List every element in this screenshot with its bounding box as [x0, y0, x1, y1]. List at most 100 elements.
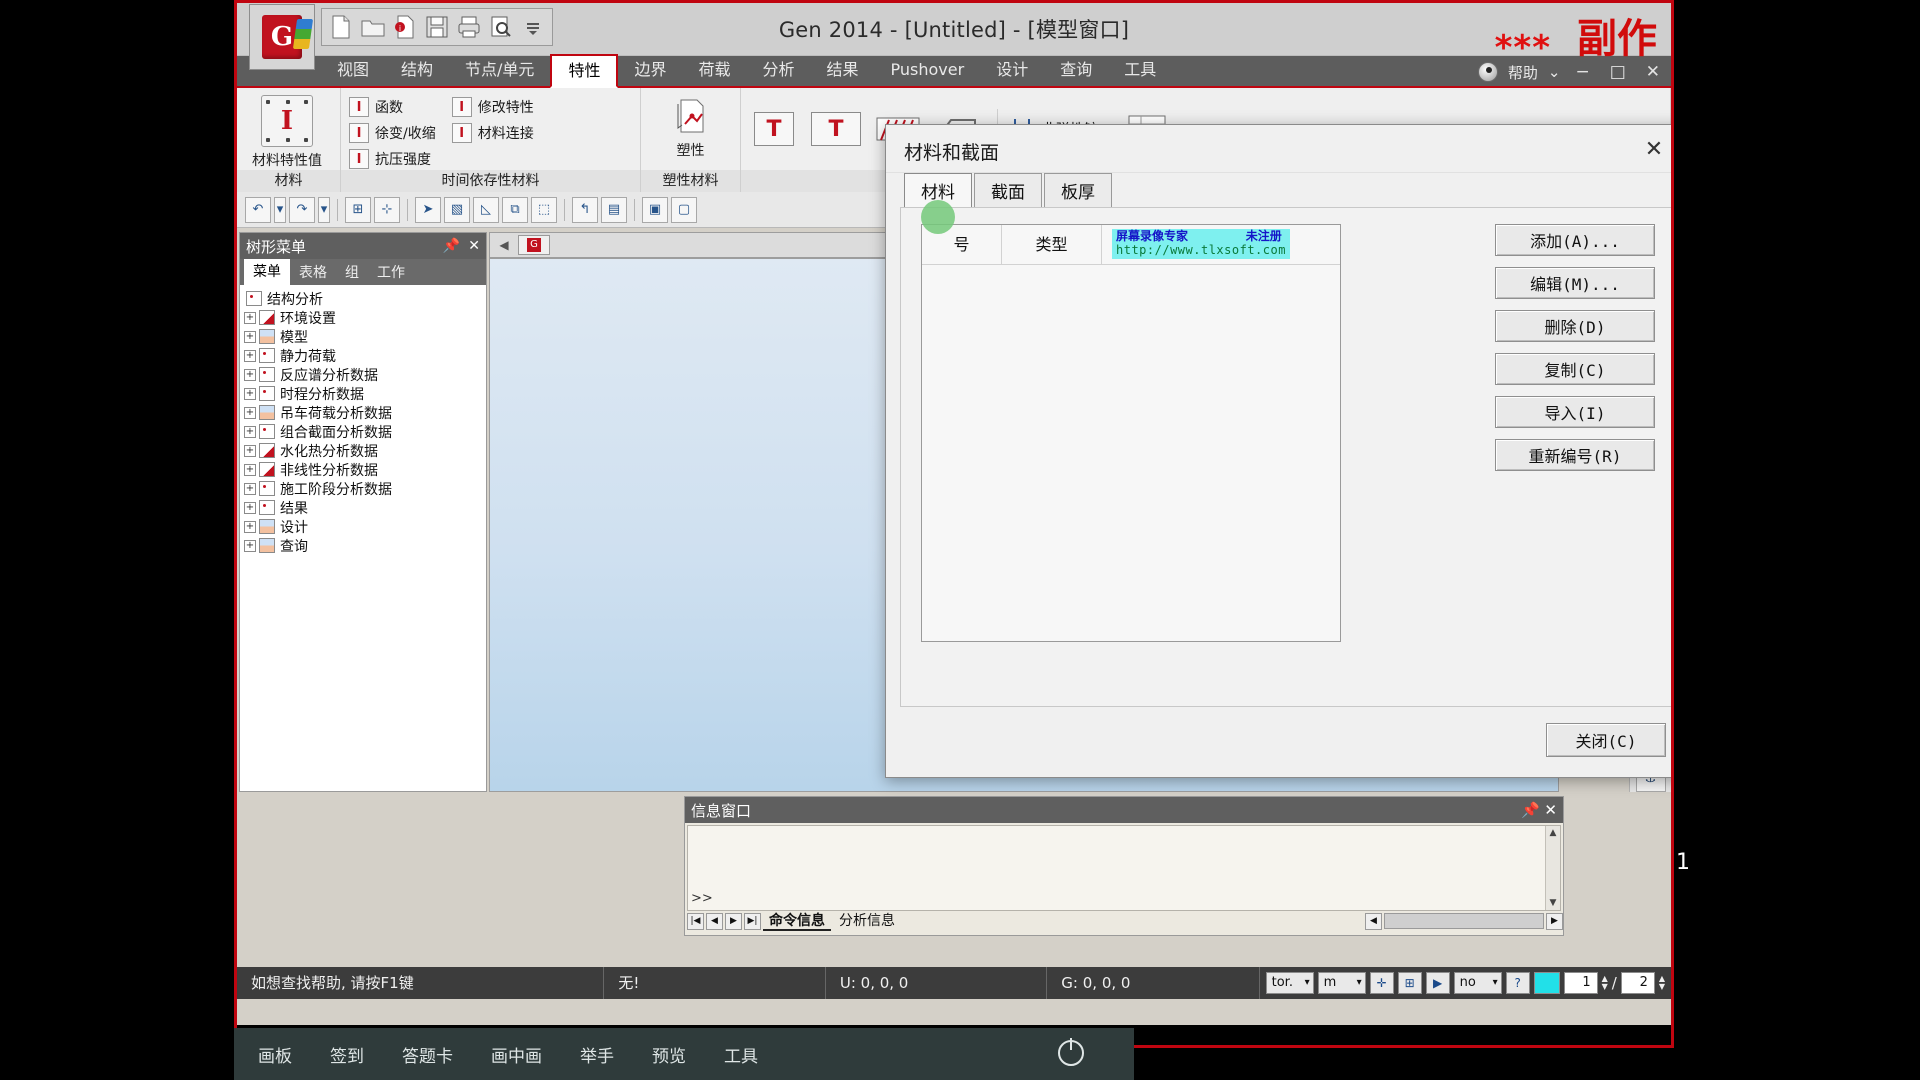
status-units-controls[interactable]: tor. m ✛ ⊞ ▶ no ? 1 ▲▼ / 2 ▲▼: [1260, 972, 1671, 994]
expander-icon[interactable]: +: [244, 406, 256, 419]
expander-icon[interactable]: +: [244, 425, 256, 438]
quick-access-toolbar[interactable]: i: [321, 8, 553, 46]
mdi-tab-model-window[interactable]: G: [518, 235, 550, 255]
save-icon[interactable]: [424, 14, 450, 40]
dialog-close-icon[interactable]: ✕: [1634, 133, 1671, 165]
pin-icon[interactable]: 📌: [1521, 801, 1540, 819]
tree-item-construction-stage[interactable]: + 施工阶段分析数据: [240, 479, 486, 498]
new-file-icon[interactable]: [328, 14, 354, 40]
tree-tab-table[interactable]: 表格: [290, 261, 336, 285]
ribbon-tab-structure[interactable]: 结构: [385, 54, 449, 86]
mode-select[interactable]: no: [1453, 972, 1502, 994]
function-button[interactable]: I 函数: [349, 96, 436, 118]
tree-item-design[interactable]: + 设计: [240, 517, 486, 536]
delete-button[interactable]: 删除(D): [1495, 310, 1655, 342]
customize-qat-icon[interactable]: [520, 14, 546, 40]
tree-item-results[interactable]: + 结果: [240, 498, 486, 517]
tree-item-static-load[interactable]: + 静力荷载: [240, 346, 486, 365]
tree-panel-tabs[interactable]: 菜单 表格 组 工作: [240, 259, 486, 285]
message-tab-command[interactable]: 命令信息: [763, 911, 831, 931]
close-icon[interactable]: ✕: [468, 238, 480, 254]
toolbar-item-tools[interactable]: 工具: [724, 1042, 758, 1067]
run-icon[interactable]: ▶: [1425, 972, 1450, 994]
select-all-icon[interactable]: ▤: [601, 196, 627, 223]
message-tab-analysis[interactable]: 分析信息: [833, 911, 901, 931]
toolbar-item-raise-hand[interactable]: 举手: [580, 1042, 614, 1067]
toolbar-item-board[interactable]: 画板: [258, 1042, 292, 1067]
color-swatch[interactable]: [1533, 972, 1560, 994]
nav-prev-icon[interactable]: ◀: [706, 912, 723, 930]
activate-icon[interactable]: ▣: [642, 196, 668, 223]
select-arrow-icon[interactable]: ➤: [415, 196, 441, 223]
page-current-input[interactable]: 1: [1563, 972, 1598, 994]
minimize-button[interactable]: −: [1570, 62, 1594, 82]
material-property-button[interactable]: I 材料特性值: [245, 92, 329, 170]
undo-icon[interactable]: ↶: [245, 196, 271, 223]
tree-root-structural-analysis[interactable]: 结构分析: [240, 289, 486, 308]
message-tab-strip[interactable]: |◀ ◀ ▶ ▶| 命令信息 分析信息 ◀ ▶: [687, 909, 1563, 933]
undo-dropdown-icon[interactable]: ▾: [274, 196, 286, 223]
creep-shrinkage-button[interactable]: I 徐变/收缩: [349, 122, 436, 144]
modify-property-button[interactable]: I 修改特性: [451, 96, 534, 118]
select-window-icon[interactable]: ▧: [444, 196, 470, 223]
expander-icon[interactable]: +: [244, 330, 256, 343]
point-snap-icon[interactable]: ⊹: [374, 196, 400, 223]
pin-icon[interactable]: 📌: [443, 238, 460, 254]
material-link-button[interactable]: I 材料连接: [451, 122, 534, 144]
add-button[interactable]: 添加(A)...: [1495, 224, 1655, 256]
message-window-tools[interactable]: 📌 ✕: [1521, 801, 1557, 819]
tree-item-environment[interactable]: + 环境设置: [240, 308, 486, 327]
scroll-up-icon[interactable]: ▲: [1546, 826, 1560, 840]
expander-icon[interactable]: +: [244, 311, 256, 324]
ribbon-tab-node-element[interactable]: 节点/单元: [449, 54, 550, 86]
application-button[interactable]: G: [249, 4, 315, 70]
nav-first-icon[interactable]: |◀: [687, 912, 704, 930]
unit-force-select[interactable]: tor.: [1265, 972, 1314, 994]
page-total-input[interactable]: 2: [1620, 972, 1655, 994]
select-intersect-icon[interactable]: ⧉: [502, 196, 528, 223]
tree-tab-work[interactable]: 工作: [368, 261, 414, 285]
column-header-type[interactable]: 类型: [1002, 224, 1102, 265]
copy-button[interactable]: 复制(C): [1495, 353, 1655, 385]
deactivate-icon[interactable]: ▢: [671, 196, 697, 223]
dialog-button-column[interactable]: 添加(A)... 编辑(M)... 删除(D) 复制(C) 导入(I) 重新编号…: [1495, 224, 1655, 471]
plastic-material-button[interactable]: [666, 92, 716, 140]
select-poly-icon[interactable]: ◺: [473, 196, 499, 223]
tree-item-model[interactable]: + 模型: [240, 327, 486, 346]
expander-icon[interactable]: +: [244, 368, 256, 381]
expander-icon[interactable]: +: [244, 539, 256, 552]
expander-icon[interactable]: +: [244, 501, 256, 514]
tree-tab-menu[interactable]: 菜单: [244, 259, 290, 285]
expander-icon[interactable]: +: [244, 387, 256, 400]
edit-button[interactable]: 编辑(M)...: [1495, 267, 1655, 299]
select-previous-icon[interactable]: ↰: [572, 196, 598, 223]
open-file-icon[interactable]: [360, 14, 386, 40]
snap-icon[interactable]: ✛: [1369, 972, 1394, 994]
tree-item-time-history[interactable]: + 时程分析数据: [240, 384, 486, 403]
expander-icon[interactable]: +: [244, 463, 256, 476]
page-total-stepper[interactable]: ▲ ▼: [1659, 975, 1665, 991]
print-icon[interactable]: [456, 14, 482, 40]
hscroll-left-icon[interactable]: ◀: [1365, 912, 1382, 930]
toolbar-item-pip[interactable]: 画中画: [491, 1042, 542, 1067]
renumber-button[interactable]: 重新编号(R): [1495, 439, 1655, 471]
grid-snap-icon[interactable]: ⊞: [345, 196, 371, 223]
material-section-dialog[interactable]: 材料和截面 ✕ 材料 截面 板厚 号 类型 屏幕录像专家 未注册 http://…: [885, 124, 1671, 778]
tree-item-nonlinear[interactable]: + 非线性分析数据: [240, 460, 486, 479]
ribbon-tab-property[interactable]: 特性: [550, 54, 619, 88]
ribbon-tab-design[interactable]: 设计: [980, 54, 1044, 86]
tree-item-composite-section[interactable]: + 组合截面分析数据: [240, 422, 486, 441]
ribbon-tab-load[interactable]: 荷载: [682, 54, 746, 86]
mdi-scroll-left-icon[interactable]: ◀: [494, 236, 514, 254]
close-icon[interactable]: ✕: [1544, 801, 1557, 819]
tree-item-hydration-heat[interactable]: + 水化热分析数据: [240, 441, 486, 460]
redo-dropdown-icon[interactable]: ▾: [318, 196, 330, 223]
print-preview-icon[interactable]: [488, 14, 514, 40]
tree-item-response-spectrum[interactable]: + 反应谱分析数据: [240, 365, 486, 384]
expander-icon[interactable]: +: [244, 520, 256, 533]
hscroll-right-icon[interactable]: ▶: [1546, 912, 1563, 930]
ribbon-tab-analysis[interactable]: 分析: [746, 54, 810, 86]
ribbon-tab-strip[interactable]: 视图 结构 节点/单元 特性 边界 荷载 分析 结果 Pushover 设计 查…: [237, 54, 1671, 88]
help-question-icon[interactable]: ?: [1505, 972, 1530, 994]
tree-panel-tools[interactable]: 📌 ✕: [443, 238, 480, 254]
